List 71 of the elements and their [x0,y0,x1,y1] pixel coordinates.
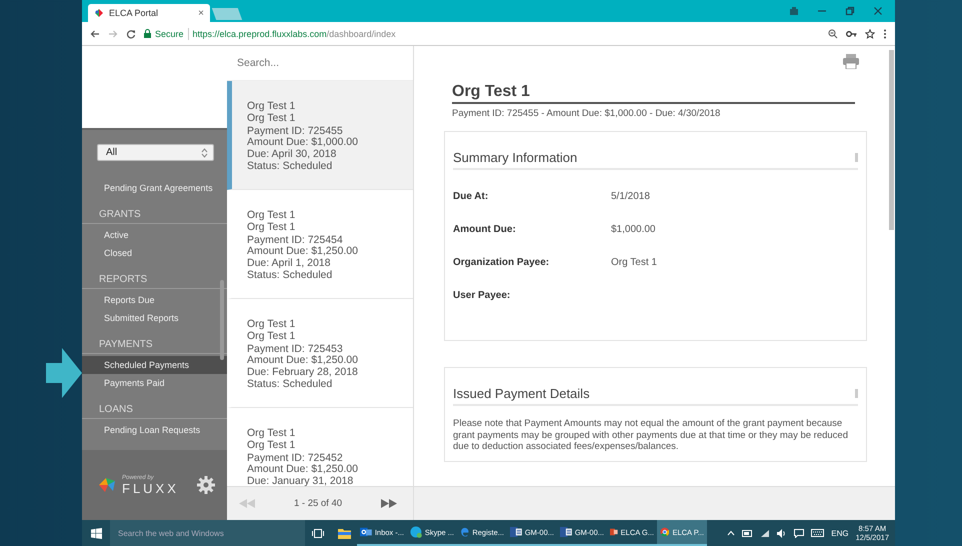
page-range: 1 - 25 of 40 [294,498,342,509]
section-heading: LOANS [82,404,227,419]
field-value: $1,000.00 [611,224,656,235]
address-bar[interactable]: Secure https://elca.preprod.fluxxlabs.com/dashboard/index [144,24,820,42]
filter-dropdown[interactable]: All [97,144,214,161]
field-label: Amount Due: [453,224,517,235]
sidebar-item[interactable]: Scheduled Payments [82,356,227,374]
scrollbar-thumb[interactable] [889,50,894,230]
restore-icon[interactable] [845,6,855,16]
payment-list-item[interactable]: Org Test 1 Org Test 1 Payment ID: 725455 Amount Due: $1,000.00 Due: April 30, 2018 Status: Scheduled [227,81,413,190]
start-icon[interactable] [90,528,102,538]
detail-subtitle: Payment ID: 725455 - Amount Due: $1,000.00 - Due: 4/30/2018 [452,108,722,119]
reload-icon[interactable] [126,28,136,38]
caret-icon[interactable] [727,530,736,536]
field-label: Due At: [453,191,490,202]
pointer-arrow [46,348,82,398]
menu-icon[interactable] [883,28,887,38]
panel-heading: Summary Information [453,150,578,165]
mail-app-icon [360,525,372,539]
speaker-icon[interactable] [777,528,788,538]
sidebar-item[interactable]: Active [82,226,227,244]
close-icon[interactable] [873,6,883,16]
tab-close-button[interactable]: × [198,8,204,18]
note-text: Please note that Payment Amounts may not equal the amount of the grant payment because grant payments may be grouped with other payments due at that time or they may be reduced due to deduction associated fees/expenses/balances. [453,418,849,452]
notification-icon[interactable] [794,528,804,538]
sidebar-item[interactable]: Payments Paid [82,374,227,392]
field-value: 5/1/2018 [611,191,650,202]
sidebar-item[interactable]: Closed [82,244,227,262]
back-icon[interactable] [90,28,100,38]
brand-name: FLUXX [122,480,179,496]
field-value: Org Test 1 [611,257,657,268]
wifi-icon[interactable] [760,528,770,538]
document-app-icon [560,525,572,539]
keyboard-icon[interactable] [811,529,824,537]
field-label: User Payee: [453,290,512,301]
updown-icon [201,148,208,158]
next-page-button[interactable] [381,499,397,508]
detail-title: Org Test 1 [452,83,855,104]
fast-forward-icon [381,499,397,508]
round-browser-icon [660,525,670,539]
app-logo-icon [94,8,104,18]
browser-tab[interactable]: ELCA Portal × [88,4,210,22]
browser-e-icon [460,525,470,539]
document-app-icon [510,525,522,539]
language-indicator[interactable]: ENG [831,528,849,538]
payment-list-item[interactable]: Org Test 1 Org Test 1 Payment ID: 725453 Amount Due: $1,250.00 Due: February 28, 2018 Status: Scheduled [227,299,413,408]
task-view-icon[interactable] [312,528,324,538]
folder-icon[interactable] [338,528,350,538]
sidebar-item[interactable]: Pending Grant Agreements [82,179,227,197]
section-heading: GRANTS [82,209,227,224]
star-icon[interactable] [865,28,875,38]
taskbar-search-field[interactable]: Search the web and Windows [110,520,305,546]
grip-icon[interactable] [855,153,858,162]
field-label: Organization Payee: [453,257,550,268]
payment-list-item[interactable]: Org Test 1 Org Test 1 Payment ID: 725454 Amount Due: $1,250.00 Due: April 1, 2018 Status: Scheduled [227,190,413,299]
sidebar-item[interactable]: Pending Loan Requests [82,421,227,439]
panel-heading: Issued Payment Details [453,386,590,401]
battery-icon[interactable] [742,530,754,536]
print-icon[interactable] [843,54,859,69]
rewind-icon [239,499,255,508]
settings-icon[interactable] [197,476,215,494]
sidebar-item[interactable]: Reports Due [82,291,227,309]
zoom-icon[interactable] [828,28,838,38]
key-icon[interactable] [846,30,857,38]
grip-icon[interactable] [855,389,858,398]
secure-label: Secure [155,28,184,38]
url-text: https://elca.preprod.fluxxlabs.com/dashboard/index [192,28,396,38]
lock-icon [144,29,151,38]
sidebar-item[interactable]: Submitted Reports [82,309,227,327]
fluxx-logo-icon [98,477,116,493]
chat-app-icon [410,525,422,539]
